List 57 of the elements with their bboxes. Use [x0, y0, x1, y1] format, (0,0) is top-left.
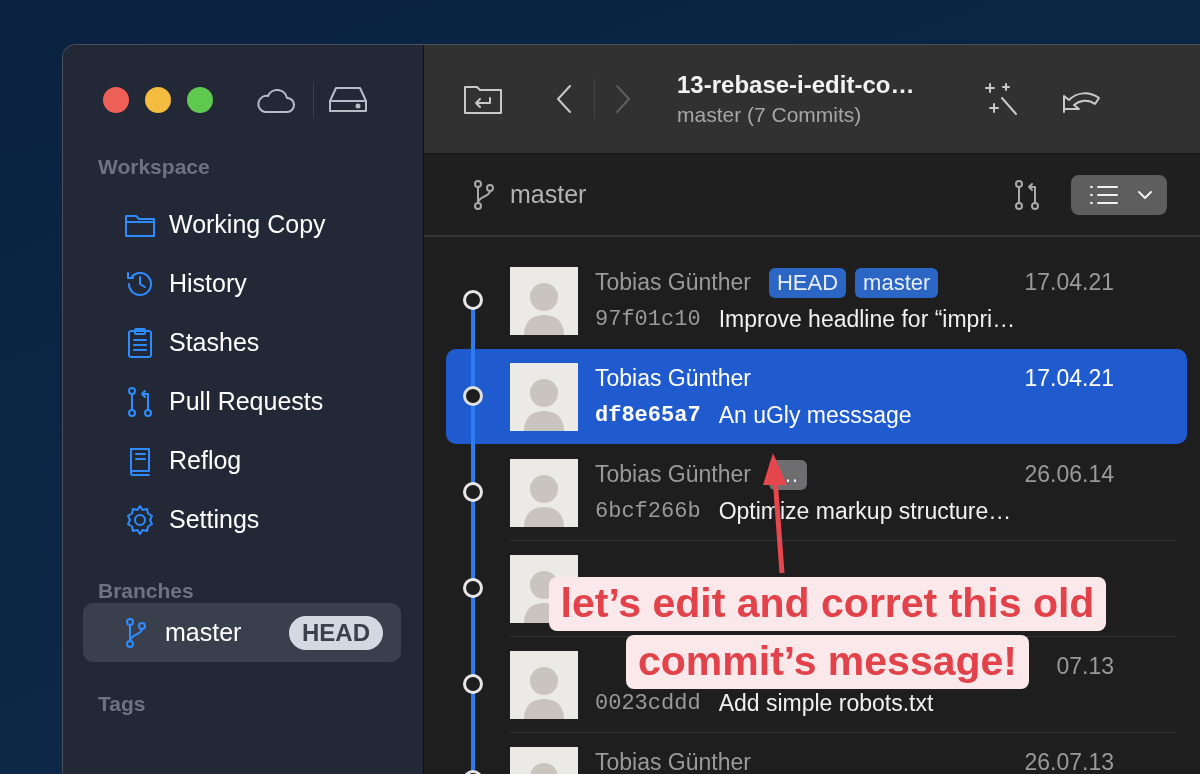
section-header: Branches — [97, 579, 195, 603]
commit-node — [463, 674, 483, 694]
avatar-placeholder — [510, 266, 578, 335]
repository-title: 13-rebase-i-edit-co… — [677, 71, 915, 99]
pull-request-button[interactable] — [1013, 178, 1041, 211]
section-header: Workspace — [97, 155, 211, 179]
annotation-tooltip: commit’s message! — [626, 635, 1029, 689]
branch-subtitle: master (7 Commits) — [677, 103, 863, 127]
commit-date: 17.04.21 — [1024, 269, 1114, 296]
commit-node — [463, 578, 483, 598]
author-name: Tobias Günther — [595, 269, 751, 296]
current-branch-label: master — [510, 180, 587, 209]
back-chevron-button[interactable] — [554, 83, 574, 115]
commit-message: An uGly messsage — [718, 402, 912, 429]
author-name: Tobias Günther — [595, 365, 751, 392]
avatar-placeholder — [510, 650, 578, 719]
commit-hash: 6bcf266b — [595, 499, 701, 524]
sidebar-item[interactable]: Reflog — [63, 431, 423, 490]
commit-message: Add simple robots.txt — [718, 690, 934, 717]
commit-date: 26.07.13 — [1024, 749, 1114, 774]
branch-icon — [472, 178, 496, 211]
close-window-button[interactable] — [103, 87, 129, 113]
commit-date: 17.04.21 — [1024, 365, 1114, 392]
commit-date: 07.13 — [1056, 653, 1114, 680]
annotation-tooltip: let’s edit and corret this old — [548, 577, 1107, 631]
sidebar-item[interactable]: Pull Requests — [63, 372, 423, 431]
drive-icon — [327, 85, 369, 115]
commit-node — [463, 482, 483, 502]
commit-hash: 97f01c10 — [595, 307, 701, 332]
sidebar-item[interactable]: Stashes — [63, 313, 423, 372]
commit-node — [463, 386, 483, 406]
commit-date: 26.06.14 — [1024, 461, 1114, 488]
commit-row[interactable]: Tobias Günther 26.07.13 — [446, 733, 1187, 774]
list-view-icon — [1089, 183, 1119, 206]
commit-message: Improve headline for “impri… — [718, 306, 1016, 333]
commit-hash: 0023cddd — [595, 691, 701, 716]
section-header: Tags — [97, 692, 147, 716]
zoom-window-button[interactable] — [187, 87, 213, 113]
commit-row[interactable]: Tobias Günther HEAD master 17.04.21 97f01c10 Improve headline for “impri… — [446, 253, 1187, 348]
avatar-placeholder — [510, 362, 578, 431]
caret-icon — [1137, 189, 1153, 200]
sidebar-item-selected[interactable]: master HEAD — [83, 603, 401, 662]
author-name: Tobias Günther — [595, 461, 751, 488]
sidebar-item[interactable]: Settings — [63, 490, 423, 549]
cloud-icon — [255, 86, 297, 114]
avatar-placeholder — [510, 458, 578, 527]
commit-node — [463, 290, 483, 310]
ref-tag: master — [855, 267, 939, 298]
commit-row-selected[interactable]: Tobias Günther 17.04.21 df8e65a7 An uGly messsage — [446, 349, 1187, 444]
head-badge: HEAD — [289, 615, 383, 650]
author-name: Tobias Günther — [595, 749, 751, 774]
ref-tag: HEAD — [769, 267, 847, 298]
minimize-window-button[interactable] — [145, 87, 171, 113]
commit-hash: df8e65a7 — [595, 403, 701, 428]
sidebar-item[interactable]: Working Copy — [63, 195, 423, 254]
view-mode-dropdown[interactable] — [1071, 174, 1167, 215]
sidebar-item[interactable]: History — [63, 254, 423, 313]
